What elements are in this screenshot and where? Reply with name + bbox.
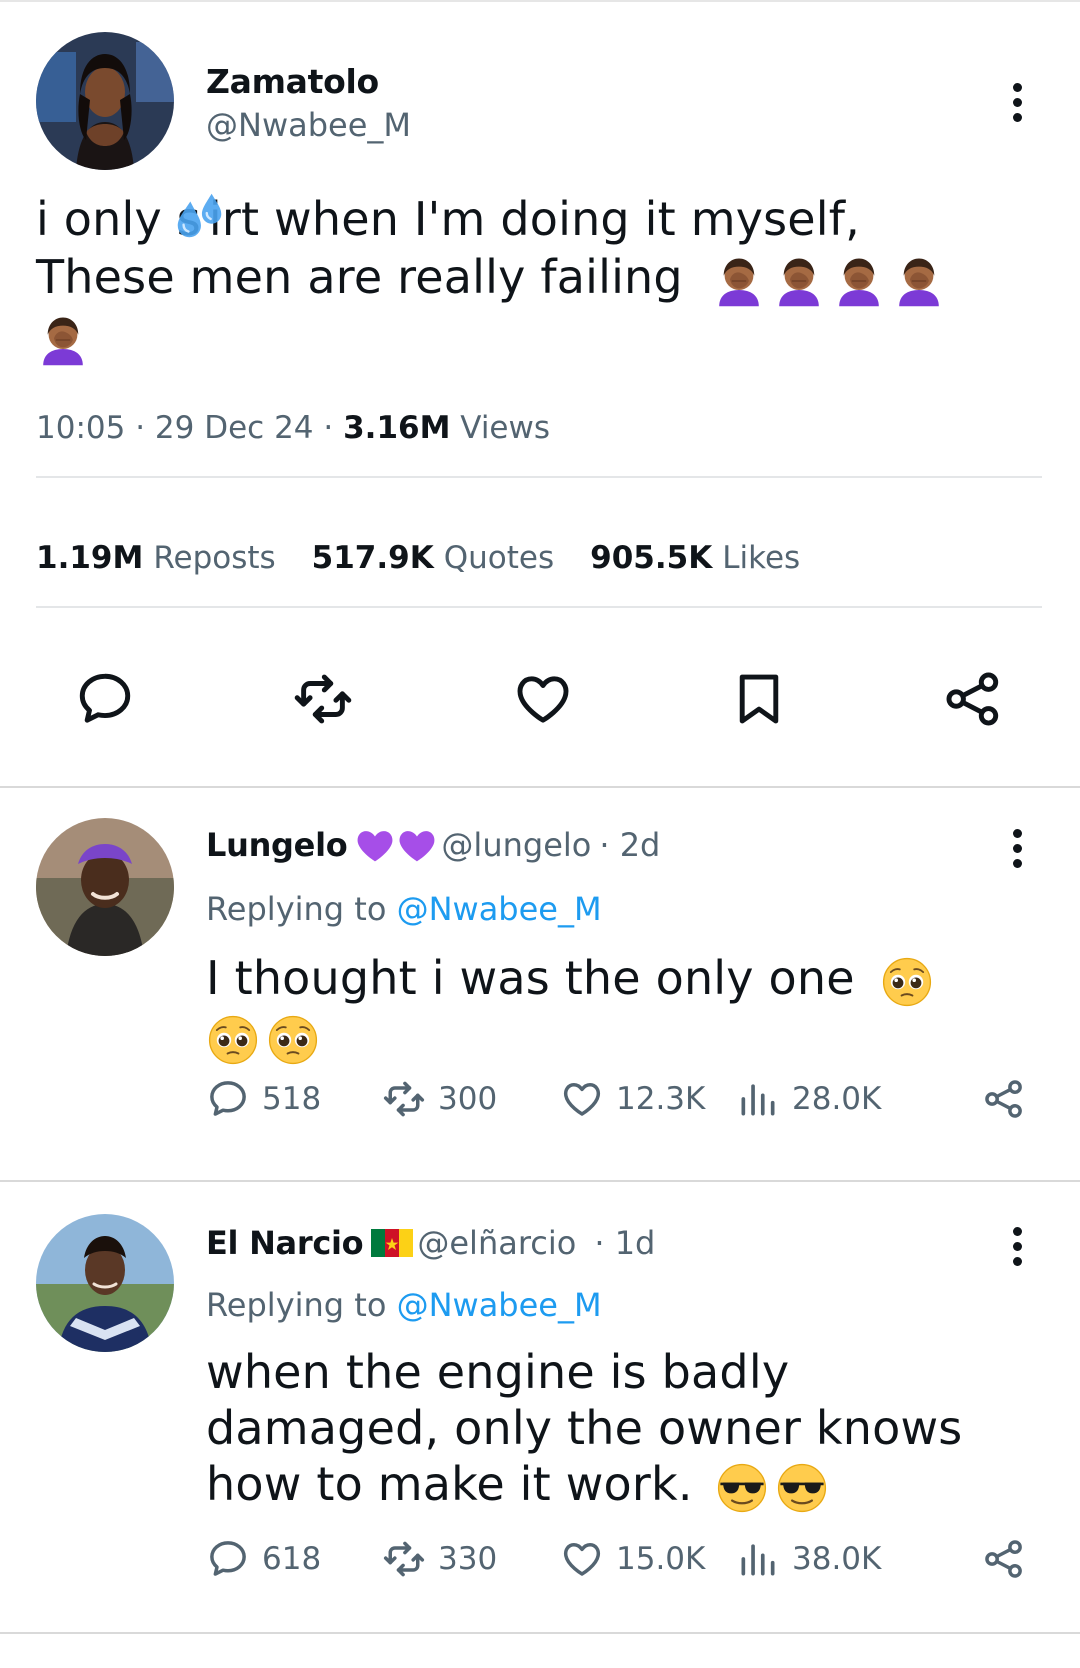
tweet-text-line1-end: irt when I'm doing it myself, — [208, 192, 860, 246]
share-button[interactable] — [942, 668, 1004, 730]
reply-like-button[interactable]: 15.0K — [560, 1534, 705, 1584]
views-icon — [736, 1537, 780, 1581]
sunglasses-face-icon — [775, 1461, 829, 1515]
reply-header: El Narcio @elñarcio · 1d — [206, 1224, 655, 1262]
reply-header: Lungelo @lungelo · 2d — [206, 826, 660, 864]
bookmark-icon — [728, 668, 790, 730]
reply-views-button[interactable]: 28.0K — [736, 1074, 881, 1124]
repost-button[interactable] — [292, 668, 354, 730]
face-palm-woman-icon — [772, 254, 826, 308]
reply-author-name[interactable]: Lungelo — [206, 826, 348, 864]
reply-repost-button[interactable]: 330 — [382, 1534, 497, 1584]
repost-icon — [382, 1537, 426, 1581]
face-palm-woman-icon — [832, 254, 886, 308]
reply-item[interactable]: El Narcio @elñarcio · 1d Replying to @Nw… — [0, 1182, 1080, 1632]
reply-repost-button[interactable]: 300 — [382, 1074, 497, 1124]
pleading-face-icon — [880, 955, 934, 1009]
replying-to: Replying to @Nwabee_M — [206, 890, 602, 928]
bookmark-button[interactable] — [728, 668, 790, 730]
divider — [36, 606, 1042, 608]
main-tweet: Zamatolo @Nwabee_M i only s irt when I'm … — [0, 0, 1080, 786]
author-name[interactable]: Zamatolo — [206, 62, 379, 101]
reposts-stat[interactable]: 1.19M Reposts — [36, 540, 276, 576]
reply-author-handle[interactable]: @lungelo — [441, 826, 591, 864]
reply-button[interactable] — [74, 668, 136, 730]
reply-like-button[interactable]: 12.3K — [560, 1074, 705, 1124]
reply-age: · 1d — [594, 1224, 656, 1262]
reply-views-button[interactable]: 38.0K — [736, 1534, 881, 1584]
cameroon-flag-icon — [371, 1227, 414, 1259]
share-icon — [982, 1077, 1026, 1121]
views-count: 3.16M — [343, 410, 451, 446]
quotes-stat[interactable]: 517.9K Quotes — [312, 540, 554, 576]
tweet-meta: 10:05 · 29 Dec 24 · 3.16M Views — [36, 410, 551, 446]
purple-hearts-icon — [355, 827, 439, 863]
reply-age: · 2d — [599, 826, 661, 864]
reply-author-name[interactable]: El Narcio — [206, 1224, 364, 1262]
reply-more-options-icon[interactable] — [1002, 1224, 1032, 1268]
reply-action-bar: 618 330 15.0K 38.0K — [206, 1534, 1036, 1584]
reply-more-options-icon[interactable] — [1002, 826, 1032, 870]
comment-icon — [74, 668, 136, 730]
tweet-text-line2: These men are really failing — [36, 250, 683, 304]
repost-icon — [292, 668, 354, 730]
section-divider — [0, 1632, 1080, 1634]
author-avatar[interactable] — [36, 32, 174, 170]
sunglasses-face-icon — [715, 1461, 769, 1515]
mention-link[interactable]: @Nwabee_M — [397, 1286, 602, 1324]
reply-comment-button[interactable]: 518 — [206, 1074, 321, 1124]
reply-text: when the engine is badly damaged, only t… — [206, 1344, 1046, 1515]
reply-item[interactable]: Lungelo @lungelo · 2d Replying to @Nwabe… — [0, 788, 1080, 1180]
sweat-droplets-icon — [171, 188, 229, 246]
comment-icon — [206, 1077, 250, 1121]
face-palm-woman-icon — [892, 254, 946, 308]
reply-comment-button[interactable]: 618 — [206, 1534, 321, 1584]
reply-share-button[interactable] — [982, 1534, 1026, 1584]
face-palm-woman-icon — [712, 254, 766, 308]
comment-icon — [206, 1537, 250, 1581]
share-icon — [982, 1537, 1026, 1581]
like-button[interactable] — [512, 668, 574, 730]
reply-author-handle[interactable]: @elñarcio — [417, 1224, 576, 1262]
views-label: Views — [460, 410, 551, 446]
pleading-face-icon — [206, 1013, 260, 1067]
heart-icon — [560, 1077, 604, 1121]
face-palm-woman-icon — [36, 313, 90, 367]
replying-to: Replying to @Nwabee_M — [206, 1286, 602, 1324]
repost-icon — [382, 1077, 426, 1121]
more-options-icon[interactable] — [1002, 80, 1032, 124]
divider — [36, 476, 1042, 478]
tweet-action-bar — [0, 668, 1080, 730]
reply-action-bar: 518 300 12.3K 28.0K — [206, 1074, 1036, 1124]
heart-icon — [560, 1537, 604, 1581]
engagement-stats: 1.19M Reposts 517.9K Quotes 905.5K Likes — [36, 540, 800, 576]
reply-avatar[interactable] — [36, 818, 174, 956]
likes-stat[interactable]: 905.5K Likes — [590, 540, 800, 576]
reply-avatar[interactable] — [36, 1214, 174, 1352]
share-icon — [942, 668, 1004, 730]
tweet-time: 10:05 — [36, 410, 126, 446]
pleading-face-icon — [266, 1013, 320, 1067]
views-icon — [736, 1077, 780, 1121]
tweet-text: i only s irt when I'm doing it myself, Th… — [36, 190, 1036, 367]
heart-icon — [512, 668, 574, 730]
mention-link[interactable]: @Nwabee_M — [397, 890, 602, 928]
author-handle[interactable]: @Nwabee_M — [206, 106, 411, 144]
reply-share-button[interactable] — [982, 1074, 1026, 1124]
reply-text: I thought i was the only one — [206, 950, 1026, 1067]
tweet-date: 29 Dec 24 — [154, 410, 314, 446]
